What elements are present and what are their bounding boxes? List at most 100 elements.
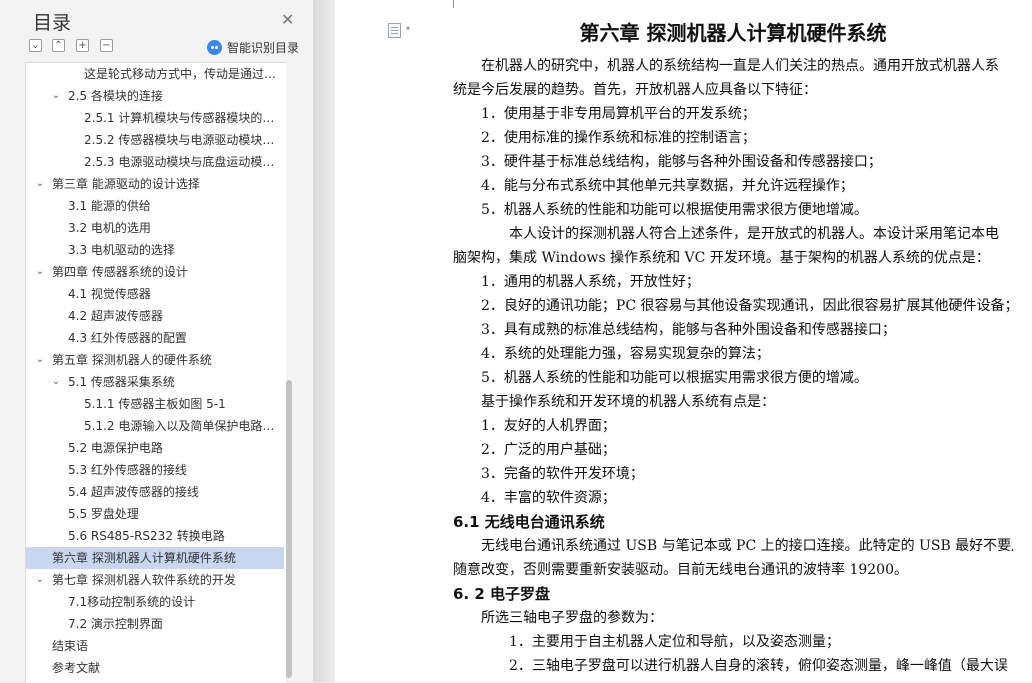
toc-item[interactable]: 结束语 — [26, 635, 284, 657]
toc-item-label: 这是轮式移动方式中，传动是通过… — [84, 67, 276, 81]
paragraph-line: 脑架构，集成 Windows 操作系统和 VC 开发环境。基于架构的机器人系统的… — [453, 250, 990, 266]
toc-scrollbar-thumb[interactable] — [286, 380, 292, 678]
smart-identify-toc-button[interactable]: 智能识别目录 — [207, 39, 299, 56]
toc-item[interactable]: ⌄ 第三章 能源驱动的设计选择 — [26, 173, 284, 195]
toc-item-label: 4.1 视觉传感器 — [68, 287, 151, 301]
toc-item[interactable]: 2.5.2 传感器模块与电源驱动模块… — [26, 129, 284, 151]
toc-item-label: 2.5.3 电源驱动模块与底盘运动模… — [84, 155, 275, 169]
toc-item[interactable]: 3.2 电机的选用 — [26, 217, 284, 239]
toc-item-label: 2.5.2 传感器模块与电源驱动模块… — [84, 133, 275, 147]
toc-item[interactable]: 4.3 红外传感器的配置 — [26, 327, 284, 349]
paragraph-line: 2．广泛的用户基础； — [481, 442, 616, 458]
toc-item[interactable]: 参考文献 — [26, 657, 284, 679]
collapse-all-icon[interactable]: ⌄ — [29, 39, 42, 52]
robot-icon — [207, 40, 222, 55]
toc-item[interactable]: 7.2 演示控制界面 — [26, 613, 284, 635]
toc-item-label: 第七章 探测机器人软件系统的开发 — [52, 573, 236, 587]
close-icon[interactable]: ✕ — [281, 10, 294, 29]
paragraph-line: 1．主要用于自主机器人定位和导航，以及姿态测量； — [509, 634, 840, 650]
paragraph-line: 1．友好的人机界面； — [481, 418, 616, 434]
paragraph-line: 所选三轴电子罗盘的参数为： — [481, 610, 663, 626]
toc-item-label: 结束语 — [52, 639, 89, 653]
toc-item[interactable]: 5.2 电源保护电路 — [26, 437, 284, 459]
remove-icon[interactable]: − — [100, 39, 113, 52]
paragraph-line: 随意改变，否则需要重新安装驱动。目前无线电台通讯的波特率 19200。 — [453, 562, 908, 578]
paragraph-line: 统是今后发展的趋势。首先，开放机器人应具备以下特征： — [453, 82, 817, 98]
toc-item[interactable]: 2.5.1 计算机模块与传感器模块的… — [26, 107, 284, 129]
toc-item-label: 5.1 传感器采集系统 — [68, 375, 175, 389]
toc-item-label: 4.3 红外传感器的配置 — [68, 331, 187, 345]
toc-item[interactable]: 这是轮式移动方式中，传动是通过… — [26, 63, 284, 85]
paragraph-line: 4．系统的处理能力强，容易实现复杂的算法； — [481, 346, 770, 362]
toc-item[interactable]: 5.1.1 传感器主板如图 5-1 — [26, 393, 284, 415]
toc-item-label: 参考文献 — [52, 661, 101, 675]
toc-item[interactable]: ⌄ 第七章 探测机器人软件系统的开发 — [26, 569, 284, 591]
paragraph-line: 3．完备的软件开发环境； — [481, 466, 644, 482]
toc-item[interactable]: ⌄ 5.1 传感器采集系统 — [26, 371, 284, 393]
toc-list: 这是轮式移动方式中，传动是通过… ⌄ 2.5 各模块的连接 2.5.1 计算机模块与传… — [25, 62, 286, 683]
paragraph-line: 在机器人的研究中，机器人的系统结构一直是人们关注的热点。通用开放式机器人系 — [481, 58, 999, 74]
toc-item-label: 4.2 超声波传感器 — [68, 309, 163, 323]
toc-item-label: 5.1.1 传感器主板如图 5-1 — [84, 397, 226, 411]
toc-item[interactable]: 7.1移动控制系统的设计 — [26, 591, 284, 613]
chevron-down-icon[interactable]: ⌄ — [50, 371, 62, 393]
toc-item[interactable]: 5.1.2 电源输入以及简单保护电路… — [26, 415, 284, 437]
toc-item-label: 5.3 红外传感器的接线 — [68, 463, 187, 477]
toc-item-label: 7.2 演示控制界面 — [68, 617, 163, 631]
toc-item[interactable]: 4.2 超声波传感器 — [26, 305, 284, 327]
toc-item-label: 5.5 罗盘处理 — [68, 507, 139, 521]
chevron-down-icon[interactable]: ⌄ — [34, 349, 46, 371]
paragraph-line: 1．通用的机器人系统，开放性好； — [481, 274, 700, 290]
toc-item[interactable]: ⌄ 2.5 各模块的连接 — [26, 85, 284, 107]
paragraph-line: 4．能与分布式系统中其他单元共享数据，并允许远程操作； — [481, 178, 854, 194]
toc-item-label: 5.4 超声波传感器的接线 — [68, 485, 199, 499]
toc-item[interactable]: 5.6 RS485-RS232 转换电路 — [26, 525, 284, 547]
expand-all-icon[interactable]: ⌃ — [52, 39, 65, 52]
paragraph-line: 基于操作系统和开发环境的机器人系统有点是： — [481, 394, 775, 410]
paragraph-line: 3．具有成熟的标准总线结构，能够与各种外围设备和传感器接口； — [481, 322, 896, 338]
page-gutter — [313, 0, 335, 682]
toc-item-selected[interactable]: 第六章 探测机器人计算机硬件系统 — [26, 547, 284, 569]
paragraph-line: 本人设计的探测机器人符合上述条件，是开放式的机器人。本设计采用笔记本电 — [509, 226, 999, 242]
section-heading: 6.1 无线电台通讯系统 — [453, 513, 605, 531]
paragraph-line: 5．机器人系统的性能和功能可以根据实用需求很方便的增减。 — [481, 370, 868, 386]
document-icon[interactable] — [388, 23, 401, 38]
chapter-title: 第六章 探测机器人计算机硬件系统 — [579, 21, 887, 45]
toc-item-label: 3.3 电机驱动的选择 — [68, 243, 175, 257]
toc-item-label: 5.1.2 电源输入以及简单保护电路… — [84, 419, 275, 433]
paragraph-line: 5．机器人系统的性能和功能可以根据使用需求很方便地增减。 — [481, 202, 868, 218]
chevron-down-icon[interactable]: ⌄ — [34, 173, 46, 195]
toc-item[interactable]: ⌄ 第五章 探测机器人的硬件系统 — [26, 349, 284, 371]
smart-identify-label: 智能识别目录 — [227, 41, 300, 55]
paragraph-line: 2．三轴电子罗盘可以进行机器人自身的滚转，俯仰姿态测量，峰一峰值（最大误 — [509, 658, 1008, 674]
toc-item[interactable]: 5.5 罗盘处理 — [26, 503, 284, 525]
paragraph-line: 3．硬件基于标准总线结构，能够与各种外围设备和传感器接口； — [481, 154, 882, 170]
sidebar-title: 目录 — [33, 12, 72, 34]
page-margin-mark — [453, 0, 454, 8]
paragraph-line: 2．良好的通讯功能；PC 很容易与其他设备实现通讯，因此很容易扩展其他硬件设备； — [481, 298, 1013, 314]
toc-item[interactable]: 5.3 红外传感器的接线 — [26, 459, 284, 481]
toc-item[interactable]: 5.4 超声波传感器的接线 — [26, 481, 284, 503]
toc-sidebar: 目录 ✕ ⌄ ⌃ + − 智能识别目录 这是轮式移动方式中，传动是通过… ⌄ 2.5… — [0, 0, 313, 683]
paragraph-line: 2．使用标准的操作系统和标准的控制语言； — [481, 130, 756, 146]
chevron-down-icon[interactable]: ⌄ — [34, 569, 46, 591]
toc-item-label: 2.5.1 计算机模块与传感器模块的… — [84, 111, 275, 125]
toc-item[interactable]: 3.3 电机驱动的选择 — [26, 239, 284, 261]
add-icon[interactable]: + — [76, 39, 89, 52]
toc-item-label: 2.5 各模块的连接 — [68, 89, 163, 103]
chevron-down-icon[interactable]: ⌄ — [50, 85, 62, 107]
toc-item-label: 第六章 探测机器人计算机硬件系统 — [52, 551, 236, 565]
toc-item-label: 3.1 能源的供给 — [68, 199, 151, 213]
toc-item[interactable]: 4.1 视觉传感器 — [26, 283, 284, 305]
toc-item[interactable]: 2.5.3 电源驱动模块与底盘运动模… — [26, 151, 284, 173]
toc-item[interactable]: ⌄ 第四章 传感器系统的设计 — [26, 261, 284, 283]
toc-item-label: 第四章 传感器系统的设计 — [52, 265, 188, 279]
chevron-down-icon[interactable]: ▾ — [406, 24, 410, 33]
toc-item-label: 第三章 能源驱动的设计选择 — [52, 177, 200, 191]
chevron-down-icon[interactable]: ⌄ — [34, 261, 46, 283]
paragraph-line: 4．丰富的软件资源； — [481, 490, 616, 506]
toc-item[interactable]: 3.1 能源的供给 — [26, 195, 284, 217]
paragraph-line: 无线电台通讯系统通过 USB 与笔记本或 PC 上的接口连接。此特定的 USB … — [481, 538, 1013, 554]
section-heading: 6. 2 电子罗盘 — [453, 585, 551, 603]
toc-item-label: 7.1移动控制系统的设计 — [68, 595, 196, 609]
